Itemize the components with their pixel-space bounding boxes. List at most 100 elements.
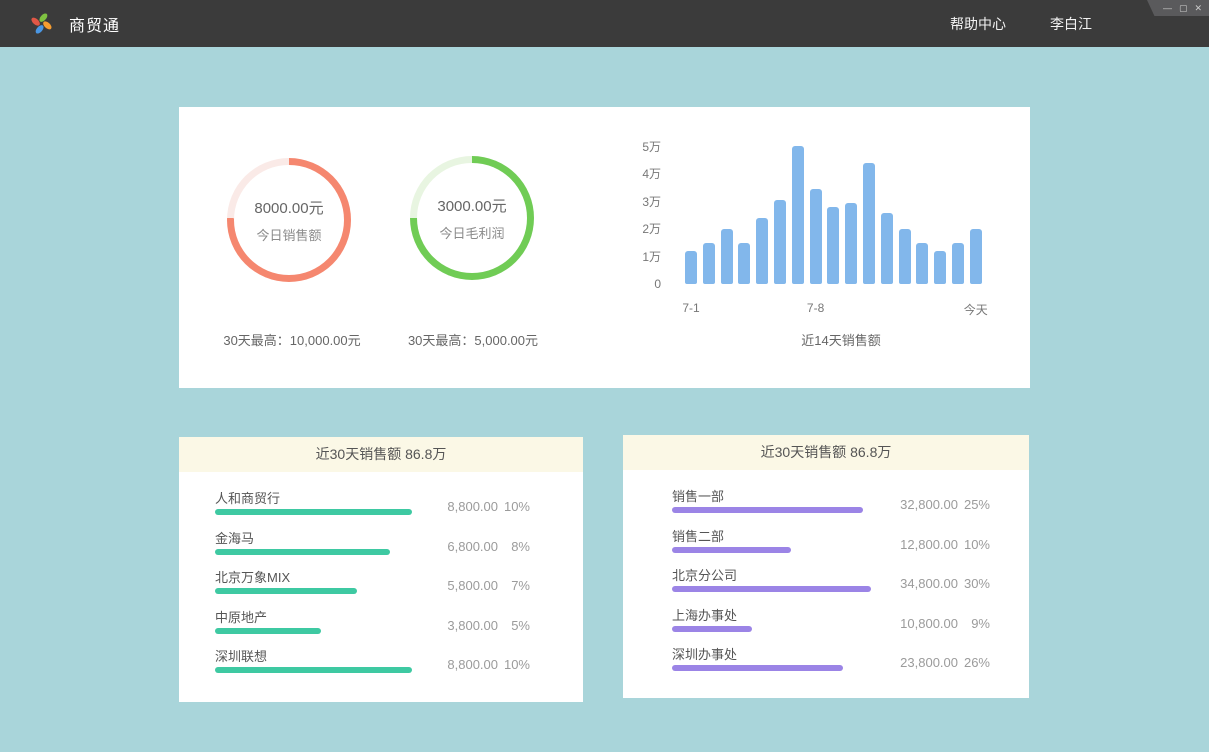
app-logo-icon — [28, 10, 55, 37]
rank-item-percent: 10% — [498, 657, 530, 672]
y-axis-tick-label: 1万 — [617, 250, 661, 264]
dept-rank-list: 销售一部 32,800.0025% 销售二部 12,800.0010% 北京分公司 34,… — [623, 470, 1029, 682]
dept-rank-title: 近30天销售额 86.8万 — [623, 435, 1029, 470]
rank-item-bar — [215, 628, 321, 634]
bar — [774, 200, 786, 284]
x-axis-tick-label: 7-8 — [807, 301, 824, 315]
rank-item: 深圳联想8,800.0010% — [179, 644, 583, 684]
bar — [685, 251, 697, 284]
user-menu[interactable]: 李白江 — [1050, 14, 1092, 34]
rank-item: 销售二部 12,800.0010% — [623, 524, 1029, 564]
bar — [792, 146, 804, 284]
customer-rank-list: 人和商贸行8,800.0010%金海马6,800.008%北京万象MIX5,80… — [179, 472, 583, 684]
y-axis-tick-label: 2万 — [617, 222, 661, 236]
today-sales-value: 8000.00元 — [227, 197, 351, 218]
y-axis-tick-label: 0 — [617, 277, 661, 291]
rank-item: 深圳办事处 23,800.0026% — [623, 642, 1029, 682]
bar — [934, 251, 946, 284]
rank-item-name: 金海马 — [215, 528, 254, 547]
rank-item-name: 中原地产 — [215, 607, 267, 626]
rank-item-percent: 7% — [498, 578, 530, 593]
rank-item-bar — [215, 667, 412, 673]
rank-item-name: 上海办事处 — [672, 605, 737, 624]
overview-card: 8000.00元 今日销售额 30天最高：10,000.00元 3000.00元… — [179, 107, 1030, 388]
rank-item-bar — [672, 586, 871, 592]
bar — [810, 189, 822, 284]
rank-item-percent: 5% — [498, 618, 530, 633]
y-axis-tick-label: 4万 — [617, 167, 661, 181]
rank-item-bar — [672, 547, 791, 553]
bar — [952, 243, 964, 284]
rank-item-name: 销售二部 — [672, 526, 724, 545]
rank-item: 北京分公司 34,800.0030% — [623, 563, 1029, 603]
rank-item-amount: 34,800.00 — [886, 576, 958, 591]
today-sales-gauge: 8000.00元 今日销售额 — [227, 158, 351, 282]
x-axis-tick-label: 7-1 — [682, 301, 699, 315]
bar — [827, 207, 839, 284]
rank-item-name: 北京分公司 — [672, 565, 737, 584]
rank-item-bar — [672, 507, 863, 513]
rank-item: 中原地产 3,800.005% — [179, 605, 583, 645]
dept-rank-card: 近30天销售额 86.8万 销售一部 32,800.0025% 销售二部 12,800… — [623, 435, 1029, 698]
rank-item: 金海马 6,800.008% — [179, 526, 583, 566]
rank-item-percent: 9% — [958, 616, 990, 631]
rank-item-name: 深圳办事处 — [672, 644, 737, 663]
rank-item-amount: 5,800.00 — [426, 578, 498, 593]
rank-item-name: 销售一部 — [672, 486, 724, 505]
today-sales-caption: 今日销售额 — [227, 225, 351, 244]
help-center-link[interactable]: 帮助中心 — [950, 14, 1006, 34]
rank-item-amount: 6,800.00 — [426, 539, 498, 554]
rank-item-name: 深圳联想 — [215, 646, 267, 665]
bar — [970, 229, 982, 284]
x-axis-tick-label: 今天 — [964, 301, 988, 318]
rank-item-percent: 10% — [498, 499, 530, 514]
rank-item-percent: 26% — [958, 655, 990, 670]
rank-item-bar — [672, 665, 843, 671]
rank-item: 人和商贸行 8,800.0010% — [179, 486, 583, 526]
titlebar: 商贸通 帮助中心 李白江 — ▢ ✕ — [0, 0, 1209, 47]
y-axis-tick-label: 5万 — [617, 140, 661, 154]
today-profit-caption: 今日毛利润 — [410, 223, 534, 242]
rank-item-percent: 8% — [498, 539, 530, 554]
bar — [863, 163, 875, 284]
rank-item: 北京万象MIX 5,800.007% — [179, 565, 583, 605]
bar — [916, 243, 928, 284]
sales-30d-max-label: 30天最高：10,000.00元 — [192, 330, 392, 349]
daily-sales-bar-chart — [685, 134, 997, 284]
profit-30d-max-label: 30天最高：5,000.00元 — [373, 330, 573, 349]
rank-item-percent: 25% — [958, 497, 990, 512]
bar-chart-y-axis: 01万2万3万4万5万 — [617, 134, 661, 284]
rank-item-bar — [215, 509, 412, 515]
bar — [721, 229, 733, 284]
rank-item: 销售一部 32,800.0025% — [623, 484, 1029, 524]
rank-item-name: 人和商贸行 — [215, 488, 280, 507]
bar — [899, 229, 911, 284]
bar-chart-title: 近14天销售额 — [685, 330, 997, 349]
rank-item-amount: 12,800.00 — [886, 537, 958, 552]
app-title: 商贸通 — [69, 12, 120, 36]
bar — [881, 213, 893, 284]
close-button[interactable]: ✕ — [1194, 0, 1202, 16]
bar — [756, 218, 768, 284]
rank-item-amount: 3,800.00 — [426, 618, 498, 633]
maximize-button[interactable]: ▢ — [1179, 0, 1188, 16]
today-profit-gauge: 3000.00元 今日毛利润 — [410, 156, 534, 280]
bar — [703, 243, 715, 284]
customer-rank-title: 近30天销售额 86.8万 — [179, 437, 583, 472]
rank-item-amount: 8,800.00 — [426, 499, 498, 514]
y-axis-tick-label: 3万 — [617, 195, 661, 209]
bar — [845, 203, 857, 284]
rank-item: 上海办事处 10,800.009% — [623, 603, 1029, 643]
rank-item-bar — [215, 549, 390, 555]
today-profit-value: 3000.00元 — [410, 195, 534, 216]
rank-item-percent: 10% — [958, 537, 990, 552]
bar — [738, 243, 750, 284]
rank-item-percent: 30% — [958, 576, 990, 591]
rank-item-name: 北京万象MIX — [215, 567, 290, 586]
rank-item-amount: 32,800.00 — [886, 497, 958, 512]
rank-item-amount: 10,800.00 — [886, 616, 958, 631]
rank-item-bar — [215, 588, 357, 594]
rank-item-amount: 23,800.00 — [886, 655, 958, 670]
rank-item-bar — [672, 626, 752, 632]
minimize-button[interactable]: — — [1163, 0, 1172, 16]
